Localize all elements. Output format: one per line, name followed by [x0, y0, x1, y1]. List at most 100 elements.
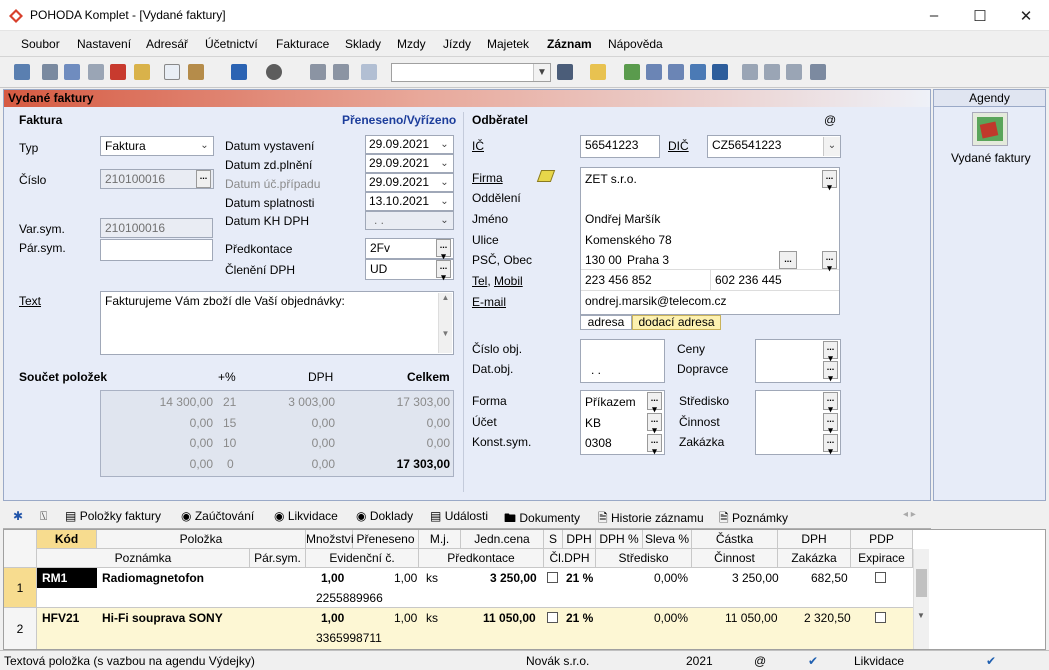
col-poznamka[interactable]: Poznámka [37, 549, 250, 568]
tab-dokumenty[interactable]: 🖿 Dokumenty [504, 509, 580, 530]
typ-select[interactable]: Faktura ⌄ [100, 136, 214, 156]
print-icon[interactable] [64, 64, 80, 80]
menu-mzdy[interactable]: Mzdy [397, 37, 426, 51]
dic-field[interactable]: CZ56541223 ⌄ [707, 135, 841, 158]
mobil-label[interactable]: Mobil [494, 274, 523, 288]
ic-label[interactable]: IČ [472, 139, 484, 153]
clipboard-icon[interactable] [361, 64, 377, 80]
tools-icon[interactable] [810, 64, 826, 80]
tab-dodaci-adresa[interactable]: dodací adresa [632, 315, 721, 330]
col-sleva[interactable]: Sleva % [643, 530, 692, 549]
tab-poznamky[interactable]: 🗎 Poznámky [719, 509, 788, 530]
chevron-down-icon[interactable]: ⌄ [436, 155, 453, 172]
menu-fakturace[interactable]: Fakturace [276, 37, 329, 51]
menu-zaznam[interactable]: Záznam [547, 37, 592, 51]
dopravce-ellipsis-button[interactable]: ... ▾ [823, 361, 838, 383]
col-preneseno[interactable]: Přeneseno [353, 530, 419, 549]
menu-jizdy[interactable]: Jízdy [443, 37, 471, 51]
tab-doklady[interactable]: ◉ Doklady [356, 509, 413, 523]
ceny-ellipsis-button[interactable]: ... ▾ [823, 341, 838, 363]
text-scrollbar[interactable]: ▲ ▼ [438, 293, 452, 353]
stredisko-ellipsis-button[interactable]: ... ▾ [823, 392, 838, 414]
menu-adresar[interactable]: Adresář [146, 37, 188, 51]
menu-ucetnictvi[interactable]: Účetnictví [205, 37, 258, 51]
menu-sklady[interactable]: Sklady [345, 37, 381, 51]
col-pdp[interactable]: PDP [851, 530, 913, 549]
back-arrow-icon[interactable] [231, 64, 247, 80]
row-s-checkbox[interactable] [547, 612, 558, 623]
menu-napoveda[interactable]: Nápověda [608, 37, 663, 51]
list-icon[interactable] [764, 64, 780, 80]
cleneni-ellipsis-button[interactable]: ... ▾ [436, 260, 451, 282]
obec-ellipsis-button[interactable]: ... [779, 251, 797, 269]
table-row[interactable]: 1 RM1 Radiomagnetofon 1,00 1,00 ks 3 250… [4, 568, 913, 608]
col-cinnost[interactable]: Činnost [692, 549, 778, 568]
status-link[interactable]: Přeneseno/Vyřízeno [342, 113, 456, 127]
address-box[interactable]: ZET s.r.o. Ondřej Maršík Komenského 78 1… [580, 167, 840, 315]
chevron-down-icon[interactable]: ▼ [533, 64, 550, 81]
datum-vystaveni-field[interactable]: 29.09.2021 ⌄ [365, 135, 454, 154]
document-icon[interactable] [742, 64, 758, 80]
objednavka-box[interactable]: . . [580, 339, 665, 383]
email-label[interactable]: E-mail [472, 295, 506, 309]
settings-gear-icon[interactable] [266, 64, 282, 80]
chevron-down-icon[interactable]: ⌄ [436, 212, 453, 229]
tab-zauctovani[interactable]: ◉ Zaúčtování [181, 509, 254, 523]
col-stredisko[interactable]: Středisko [596, 549, 692, 568]
stredisko-box[interactable]: ... ▾ ... ▾ ... ▾ [755, 390, 841, 456]
payment-icon[interactable] [624, 64, 640, 80]
ic-field[interactable]: 56541223 [580, 135, 660, 158]
email-at-icon[interactable]: @ [824, 113, 836, 127]
tab-polozky-faktury[interactable]: ▤ Položky faktury [65, 509, 161, 523]
tel-label[interactable]: Tel [472, 274, 487, 288]
col-dph[interactable]: DPH [563, 530, 596, 549]
forma-box[interactable]: Příkazem KB 0308 ... ▾ ... ▾ ... ▾ [580, 390, 665, 456]
ceny-dopravce-box[interactable]: ... ▾ ... ▾ [755, 339, 841, 383]
col-zakazka[interactable]: Zakázka [778, 549, 851, 568]
col-mj[interactable]: M.j. [419, 530, 461, 549]
chevron-down-icon[interactable]: ⌄ [823, 137, 840, 156]
col-mnozstvi[interactable]: Množství [306, 530, 354, 549]
zakazka-ellipsis-button[interactable]: ... ▾ [823, 434, 838, 456]
col-castka[interactable]: Částka [692, 530, 778, 549]
bank-icon[interactable] [690, 64, 706, 80]
col-cl-dph[interactable]: Čl.DPH [544, 549, 596, 568]
edit-icon[interactable] [188, 64, 204, 80]
col-expirace[interactable]: Expirace [851, 549, 913, 568]
scroll-down-icon[interactable]: ▼ [917, 611, 925, 620]
tab-likvidace[interactable]: ◉ Likvidace [274, 509, 338, 523]
new-record-icon[interactable] [164, 64, 180, 80]
col-parsym[interactable]: Pár.sym. [250, 549, 306, 568]
col-jedn-cena[interactable]: Jedn.cena [461, 530, 544, 549]
iban-icon[interactable] [712, 64, 728, 80]
col-polozka[interactable]: Položka [97, 530, 306, 549]
menu-soubor[interactable]: Soubor [21, 37, 60, 51]
chevron-down-icon[interactable]: ⌄ [436, 174, 453, 191]
calculator-icon[interactable] [646, 64, 662, 80]
chevron-down-icon[interactable]: ⌄ [436, 136, 453, 153]
preview-icon[interactable] [88, 64, 104, 80]
firma-ellipsis-button[interactable]: ... ▾ [822, 170, 837, 192]
forma-ellipsis-button[interactable]: ... ▾ [647, 392, 662, 414]
maximize-button[interactable]: ☐ [957, 0, 1003, 31]
firma-label[interactable]: Firma [472, 171, 503, 185]
agendy-item-label[interactable]: Vydané faktury [951, 151, 1031, 165]
tabs-scroll-arrows-icon[interactable]: ◂ ▸ [903, 509, 916, 520]
vydane-faktury-icon[interactable] [972, 112, 1008, 146]
address-book-icon[interactable] [536, 170, 556, 182]
konst-ellipsis-button[interactable]: ... ▾ [647, 434, 662, 456]
minimize-button[interactable]: – [911, 0, 957, 31]
col-dph-value[interactable]: DPH [778, 530, 851, 549]
predkontace-ellipsis-button[interactable]: ... ▾ [436, 239, 451, 261]
text-field[interactable]: Fakturujeme Vám zboží dle Vaší objednávk… [100, 291, 454, 355]
psc-ellipsis-button[interactable]: ... ▾ [822, 251, 837, 273]
export-icon[interactable] [134, 64, 150, 80]
cancel-save-icon[interactable] [333, 64, 349, 80]
chevron-down-icon[interactable]: ⌄ [436, 193, 453, 210]
row-s-checkbox[interactable] [547, 572, 558, 583]
chevron-down-icon[interactable]: ⌄ [196, 137, 213, 155]
copy-icon[interactable] [42, 64, 58, 80]
close-button[interactable]: ✕ [1003, 0, 1049, 31]
varsym-field[interactable]: 210100016 [100, 218, 213, 238]
datum-ucp-field[interactable]: 29.09.2021 ⌄ [365, 173, 454, 192]
